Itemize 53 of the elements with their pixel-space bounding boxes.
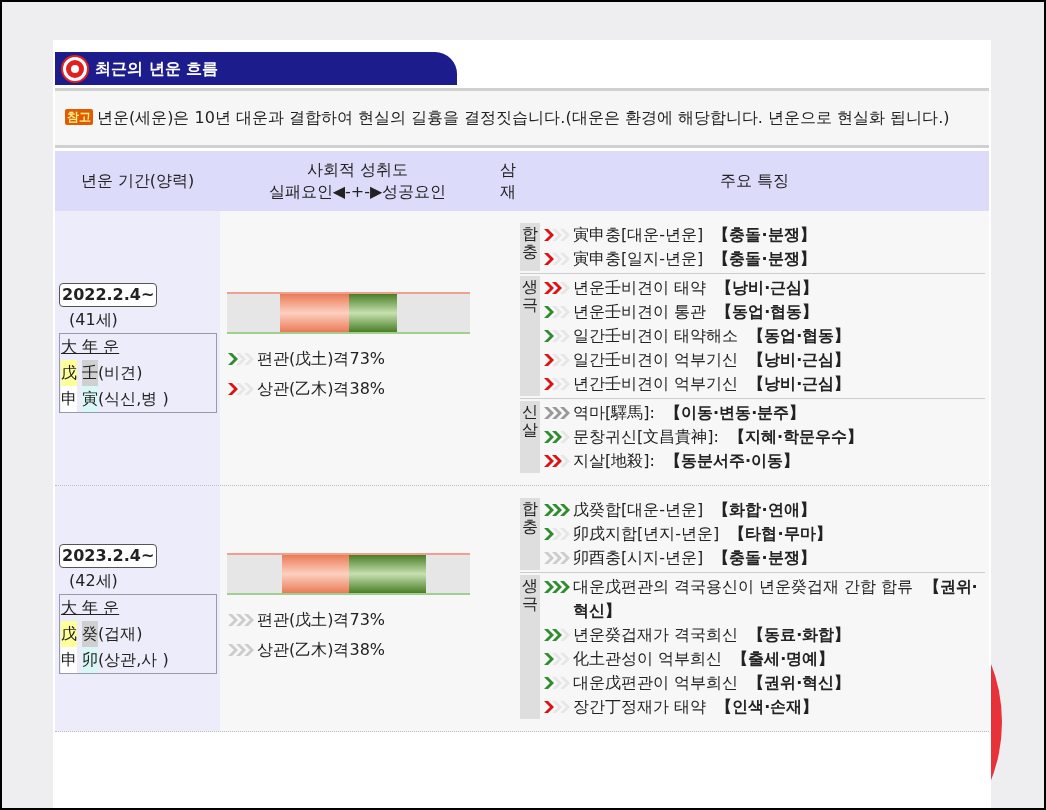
pillar-note: (비견) xyxy=(98,362,143,384)
factor-text: 편관(戊土)격73% xyxy=(257,608,386,631)
group-label: 합충 xyxy=(520,498,540,570)
pillar-note: (식신,병 ) xyxy=(98,388,169,410)
section-title: 최근의 년운 흐름 xyxy=(95,57,219,80)
feature-text: 일간壬비견이 억부기신 【낭비·근심】 xyxy=(573,349,851,371)
group-label: 합충 xyxy=(520,223,540,271)
date-label: 2023.2.4~ xyxy=(59,543,158,568)
note-text: 년운(세운)은 10년 대운과 결합하여 현실의 길흉을 결정짓습니다.(대운은 환경에 해당합니다. 년운으로 현실화 됩니다.) xyxy=(97,108,950,127)
feature-text: 문창귀신[文昌貴神]: 【지혜·학문우수】 xyxy=(573,426,864,448)
column-header: 주요 특징 xyxy=(718,170,791,192)
feature-text: 寅申충[일지-년운] 【충돌·분쟁】 xyxy=(573,248,816,270)
pillar-char: 申 xyxy=(61,386,77,412)
column-header: 실패요인◀-+-▶성공요인 xyxy=(267,181,448,203)
factor-text: 상관(乙木)격38% xyxy=(257,638,386,661)
date-label: 2022.2.4~ xyxy=(59,283,158,307)
feature-text: 寅申충[대운-년운] 【충돌·분쟁】 xyxy=(573,224,816,246)
pillar-char: 戊 xyxy=(61,360,77,386)
age-text: (41세) xyxy=(68,309,119,331)
pillar-char: 癸 xyxy=(82,620,98,647)
pillar-note: (상관,사 ) xyxy=(98,648,169,671)
age-text: (42세) xyxy=(68,569,119,592)
feature-text: 년운癸겁재가 격국희신 【동료·화합】 xyxy=(573,624,851,646)
feature-text: 대운戊편관이 억부희신 【권위·혁신】 xyxy=(573,672,851,694)
column-header: 삼 재 xyxy=(498,159,517,203)
pillar-header: 大 年 운 xyxy=(61,596,121,619)
pillar-header: 大 年 운 xyxy=(61,336,121,358)
feature-text: 년운壬비견이 통관 【동업·협동】 xyxy=(573,301,819,323)
group-label: 신살 xyxy=(520,401,540,473)
target-icon xyxy=(63,56,87,81)
feature-text: 戊癸합[대운-년운] 【화합·연애】 xyxy=(573,499,816,521)
pillar-char: 寅 xyxy=(82,386,98,412)
feature-text: 卯戌지합[년지-년운] 【타협·무마】 xyxy=(573,523,832,545)
feature-text: 지살[地殺]: 【동분서주·이동】 xyxy=(573,450,800,472)
group-label: 생극 xyxy=(520,575,540,719)
column-header: 사회적 성취도 xyxy=(305,159,410,181)
pillar-char: 壬 xyxy=(82,360,98,386)
feature-text: 대운戊편관의 격국용신이 년운癸겁재 간합 합류 【권위·혁신】 xyxy=(573,576,979,622)
pillar-char: 申 xyxy=(61,646,77,673)
feature-text: 년운壬비견이 태약 【낭비·근심】 xyxy=(573,277,819,299)
factor-text: 편관(戊土)격73% xyxy=(257,348,386,370)
group-label: 생극 xyxy=(520,276,540,396)
factor-text: 상관(乙木)격38% xyxy=(257,378,386,400)
feature-text: 卯酉충[시지-년운] 【충돌·분쟁】 xyxy=(573,547,816,569)
feature-text: 일간壬비견이 태약해소 【동업·협동】 xyxy=(573,325,851,347)
feature-text: 년간壬비견이 억부기신 【낭비·근심】 xyxy=(573,373,851,395)
feature-text: 역마[驛馬]: 【이동·변동·분주】 xyxy=(573,402,806,424)
pillar-char: 戊 xyxy=(61,620,77,647)
feature-text: 化土관성이 억부희신 【출세·명예】 xyxy=(573,648,835,670)
feature-text: 장간丁정재가 태약 【인색·손재】 xyxy=(573,696,819,718)
pillar-note: (겁재) xyxy=(98,622,143,645)
note-badge: 참고 xyxy=(65,109,93,125)
pillar-char: 卯 xyxy=(82,646,98,673)
